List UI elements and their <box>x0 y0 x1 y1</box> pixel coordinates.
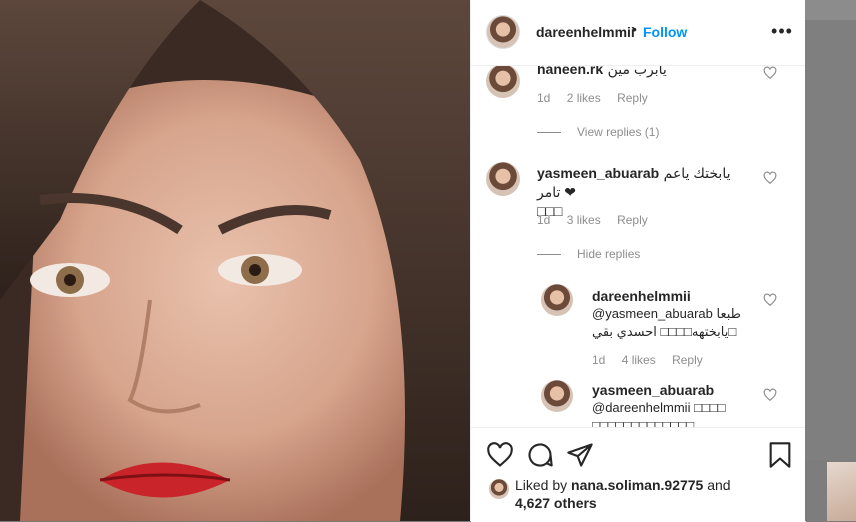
more-options-icon[interactable]: ••• <box>770 20 794 44</box>
next-post-preview[interactable] <box>827 462 856 521</box>
post-actions: Liked by nana.soliman.92775 and 4,627 ot… <box>471 427 806 522</box>
reply-text: @yasmeen_abuarab طبعا <box>592 306 742 321</box>
reply-username[interactable]: yasmeen_abuarab <box>592 381 762 399</box>
reply-button[interactable]: Reply <box>617 91 648 105</box>
commenter-avatar[interactable] <box>486 66 520 98</box>
reply-button[interactable]: Reply <box>672 353 703 367</box>
liked-by-user[interactable]: nana.soliman.92775 <box>571 477 703 493</box>
comment-meta: 1d 2 likes Reply <box>537 91 661 105</box>
liked-by-prefix: Liked by <box>515 477 568 493</box>
post-photo[interactable] <box>0 0 470 521</box>
background-overlay[interactable] <box>805 0 856 521</box>
comment-likes[interactable]: 3 likes <box>567 213 601 227</box>
bookmark-icon[interactable] <box>766 441 794 469</box>
view-replies-button[interactable]: View replies (1) <box>537 125 659 139</box>
commenter-avatar[interactable] <box>486 162 520 196</box>
liked-by-and: and <box>707 477 731 493</box>
post-side-panel: dareenhelmmii • Follow ••• haneen.rk ياب… <box>470 0 806 522</box>
heart-icon[interactable] <box>486 441 514 469</box>
liked-by-summary: Liked by nana.soliman.92775 and 4,627 ot… <box>489 476 785 512</box>
follow-button[interactable]: Follow <box>643 24 687 40</box>
reply-text-line2: □□□□□□□□□□□□□ <box>592 418 695 427</box>
comment-username[interactable]: yasmeen_abuarab <box>537 165 659 181</box>
comment-likes[interactable]: 2 likes <box>567 91 601 105</box>
reply-text: @dareenhelmmii □□□□ <box>592 400 726 415</box>
replier-avatar[interactable] <box>541 380 573 412</box>
comment-meta: 1d 3 likes Reply <box>537 213 661 227</box>
reply-username[interactable]: dareenhelmmii <box>592 287 762 305</box>
hide-replies-button[interactable]: Hide replies <box>537 247 640 261</box>
reply-meta: 1d 4 likes Reply <box>592 353 716 367</box>
author-username[interactable]: dareenhelmmii <box>536 24 635 40</box>
post-header: dareenhelmmii • Follow ••• <box>471 0 806 66</box>
heart-icon[interactable] <box>763 66 777 80</box>
heart-icon[interactable] <box>763 388 777 402</box>
reply-likes[interactable]: 4 likes <box>622 353 656 367</box>
likes-count[interactable]: 4,627 others <box>515 495 597 511</box>
comment-username[interactable]: haneen.rk <box>537 66 603 77</box>
replier-avatar[interactable] <box>541 284 573 316</box>
comment-icon[interactable] <box>526 441 554 469</box>
heart-icon[interactable] <box>763 293 777 307</box>
share-icon[interactable] <box>566 441 594 469</box>
hide-replies-label[interactable]: Hide replies <box>577 247 640 261</box>
overlay-strip <box>805 0 856 20</box>
portrait-illustration <box>0 0 470 521</box>
reply-time: 1d <box>592 353 606 367</box>
comment-time: 1d <box>537 213 551 227</box>
comments-list[interactable]: haneen.rk يابرب مين 1d 2 likes Reply Vie… <box>471 66 806 427</box>
author-avatar[interactable] <box>486 15 520 49</box>
divider-line <box>537 132 561 134</box>
liker-avatar[interactable] <box>489 479 509 499</box>
overlay-area <box>805 0 856 460</box>
heart-icon[interactable] <box>763 171 777 185</box>
reply-text-line2: يابختهه□□□□ احسدي بقي□ <box>592 324 737 339</box>
divider-line <box>537 254 561 256</box>
view-replies-label[interactable]: View replies (1) <box>577 125 659 139</box>
comment-text: يابرب مين <box>607 66 667 77</box>
separator-dot: • <box>632 21 637 37</box>
comment-time: 1d <box>537 91 551 105</box>
reply-button[interactable]: Reply <box>617 213 648 227</box>
